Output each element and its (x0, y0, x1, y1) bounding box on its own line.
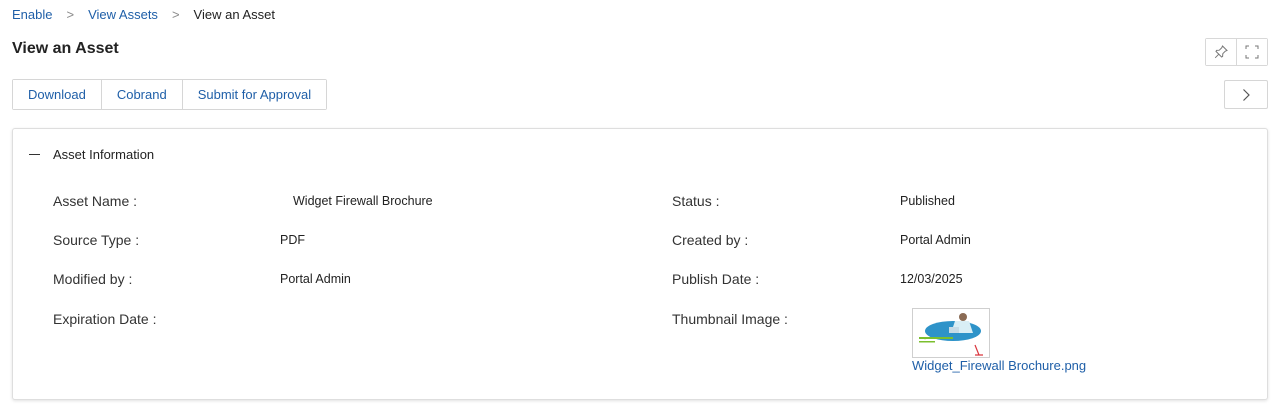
breadcrumb-separator-icon: > (66, 7, 75, 22)
pin-icon (1214, 45, 1228, 59)
asset-name-value: Widget Firewall Brochure (293, 194, 433, 208)
thumbnail-image-label: Thumbnail Image : (672, 311, 788, 327)
thumbnail-caption: Widget Firewall (919, 336, 940, 340)
page-title: View an Asset (12, 40, 119, 57)
minus-icon (29, 153, 40, 156)
source-type-value: PDF (280, 233, 305, 247)
breadcrumb-enable[interactable]: Enable (12, 7, 52, 22)
breadcrumb: Enable > View Assets > View an Asset (12, 7, 275, 22)
modified-by-value: Portal Admin (280, 272, 351, 286)
modified-by-label: Modified by : (53, 271, 133, 287)
status-value: Published (900, 194, 955, 208)
fullscreen-button[interactable] (1236, 39, 1267, 65)
download-button[interactable]: Download (13, 80, 101, 109)
fullscreen-icon (1245, 45, 1259, 59)
section-title: Asset Information (53, 147, 155, 162)
brochure-thumbnail-icon (913, 309, 989, 357)
created-by-label: Created by : (672, 232, 749, 248)
asset-information-toggle[interactable]: Asset Information (29, 147, 154, 162)
next-button[interactable] (1224, 80, 1268, 109)
publish-date-label: Publish Date : (672, 271, 760, 287)
status-label: Status : (672, 193, 720, 209)
chevron-right-icon (1243, 88, 1250, 101)
expiration-date-label: Expiration Date : (53, 311, 157, 327)
breadcrumb-current: View an Asset (193, 7, 275, 22)
publish-date-value: 12/03/2025 (900, 272, 963, 286)
page-actions (1205, 38, 1268, 66)
asset-name-label: Asset Name : (53, 193, 138, 209)
submit-for-approval-button[interactable]: Submit for Approval (181, 80, 327, 109)
breadcrumb-view-assets[interactable]: View Assets (88, 7, 158, 22)
source-type-label: Source Type : (53, 232, 140, 248)
action-toolbar: Download Cobrand Submit for Approval (12, 79, 328, 110)
created-by-value: Portal Admin (900, 233, 971, 247)
cobrand-button[interactable]: Cobrand (100, 80, 182, 109)
thumbnail-file-link[interactable]: Widget_Firewall Brochure.png (912, 358, 1086, 373)
thumbnail-image[interactable]: Widget Firewall (912, 308, 990, 358)
breadcrumb-separator-icon: > (171, 7, 180, 22)
pin-button[interactable] (1206, 39, 1236, 65)
